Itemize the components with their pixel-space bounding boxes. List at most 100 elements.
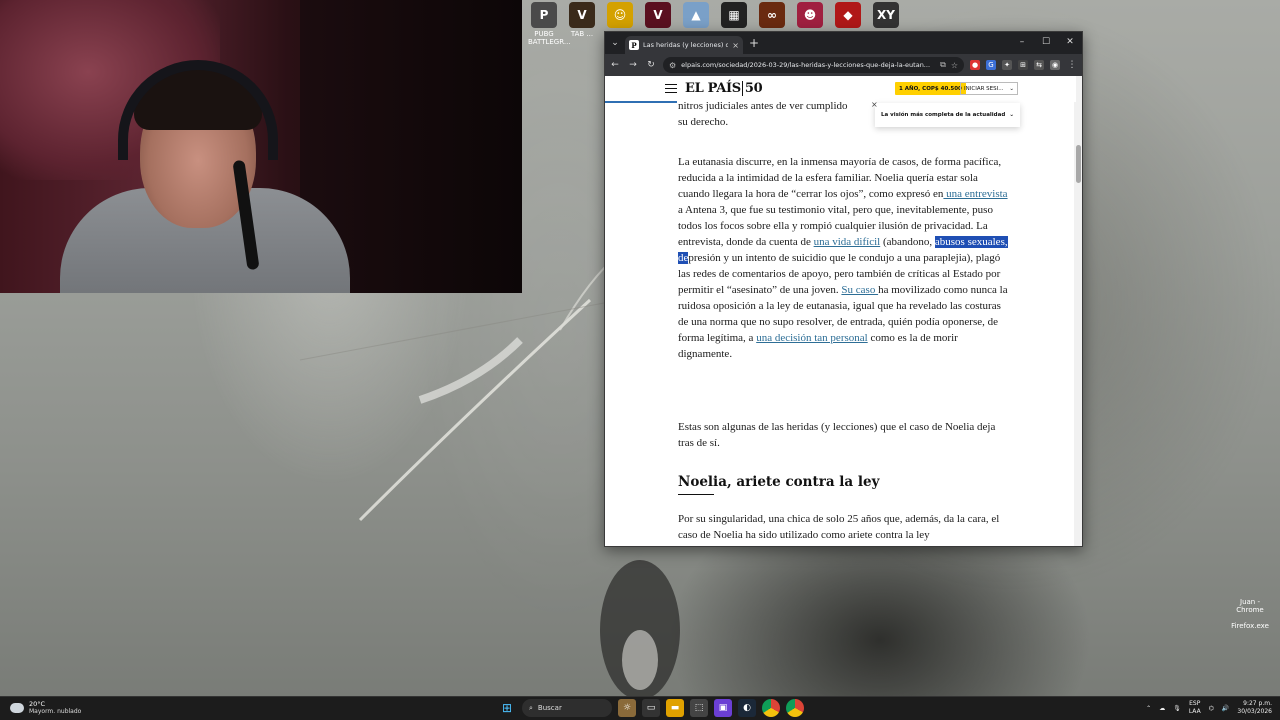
link-vida-dificil[interactable]: una vida difícil bbox=[814, 236, 881, 248]
onedrive-icon[interactable]: ☁ bbox=[1159, 705, 1165, 712]
desktop-icon-label: Firefox.exe bbox=[1231, 622, 1269, 630]
extension-puzzle-icon[interactable]: ✦ bbox=[1002, 60, 1012, 70]
mask-icon: ☺ bbox=[607, 2, 633, 28]
language-indicator[interactable]: ESP LAA bbox=[1189, 700, 1201, 716]
weather-condition: Mayorm. nublado bbox=[29, 708, 82, 715]
menu-kebab-icon[interactable]: ⋮ bbox=[1066, 60, 1078, 70]
clock-date: 30/03/2026 bbox=[1237, 708, 1272, 715]
chrome-taskbar-icon[interactable] bbox=[762, 699, 780, 717]
language-bottom: LAA bbox=[1188, 708, 1201, 715]
minimize-button[interactable]: – bbox=[1010, 32, 1034, 52]
address-bar[interactable]: ⚙ elpais.com/sociedad/2026-03-29/las-her… bbox=[663, 57, 964, 73]
extension-translate-icon[interactable]: G bbox=[986, 60, 996, 70]
windows-start-icon[interactable]: ⊞ bbox=[498, 699, 516, 717]
task-view-icon[interactable]: ▭ bbox=[642, 699, 660, 717]
site-logo[interactable]: EL PAÍS 50 bbox=[685, 81, 763, 96]
logo-anniversary: 50 bbox=[741, 81, 763, 96]
reading-progress-bar bbox=[605, 101, 677, 103]
header-tooltip[interactable]: La visión más completa de la actualidad ⌄ bbox=[875, 103, 1020, 127]
site-header: EL PAÍS 50 1 AÑO, COP$ 40.500 INICIAR SES… bbox=[605, 76, 1076, 103]
link-decision-personal[interactable]: una decisión tan personal bbox=[756, 332, 868, 344]
tab-close-icon[interactable]: × bbox=[732, 41, 739, 50]
tab-title: Las heridas (y lecciones) que de bbox=[643, 41, 728, 49]
store-icon[interactable]: ⬚ bbox=[690, 699, 708, 717]
back-icon[interactable]: ← bbox=[609, 60, 621, 70]
taskbar-apps: ⊞ ⌕ Buscar ☼ ▭ ▬ ⬚ ▣ ◐ bbox=[498, 699, 804, 717]
cloud-icon bbox=[10, 702, 24, 713]
reload-icon[interactable]: ↻ bbox=[645, 60, 657, 70]
language-top: ESP bbox=[1189, 700, 1201, 707]
desktop-icon[interactable]: P PUBG BATTLEGR... bbox=[528, 2, 571, 46]
chevron-down-icon: ⌄ bbox=[1009, 85, 1014, 92]
tooltip-text: La visión más completa de la actualidad bbox=[881, 112, 1006, 118]
clock[interactable]: 9:27 p.m. 30/03/2026 bbox=[1237, 700, 1272, 716]
paragraph-text: (abandono, bbox=[880, 236, 935, 248]
desktop-icon-firefox[interactable]: Firefox.exe bbox=[1228, 622, 1272, 630]
hero-icon: ◆ bbox=[835, 2, 861, 28]
desktop-icon[interactable]: V TAB ... bbox=[566, 2, 598, 46]
clock-time: 9:27 p.m. bbox=[1243, 700, 1272, 707]
file-explorer-icon[interactable]: ▬ bbox=[666, 699, 684, 717]
steam-icon[interactable]: ◐ bbox=[738, 699, 756, 717]
section-heading: Noelia, ariete contra la ley bbox=[678, 474, 880, 490]
elpais-favicon-icon: P bbox=[629, 40, 639, 50]
new-tab-button[interactable]: + bbox=[749, 36, 759, 50]
character-icon: ☻ bbox=[797, 2, 823, 28]
temperature: 20°C bbox=[29, 700, 46, 708]
news-widget-icon[interactable]: ☼ bbox=[618, 699, 636, 717]
url-text: elpais.com/sociedad/2026-03-29/las-herid… bbox=[681, 61, 931, 69]
login-label: INICIAR SESI... bbox=[964, 85, 1004, 92]
tab-article[interactable]: P Las heridas (y lecciones) que de × bbox=[625, 36, 743, 54]
search-placeholder: Buscar bbox=[537, 704, 562, 712]
scrollbar-thumb[interactable] bbox=[1076, 145, 1081, 183]
extensions-menu-icon[interactable]: ⊞ bbox=[1018, 60, 1028, 70]
heading-rule bbox=[678, 494, 714, 495]
desktop-icon-label: Juan - Chrome bbox=[1236, 598, 1264, 614]
install-icon[interactable]: ⧉ bbox=[940, 60, 946, 70]
webcam-overlay bbox=[0, 0, 522, 293]
volume-icon[interactable]: 🔊 bbox=[1222, 705, 1229, 712]
desktop-icon-label: TAB ... bbox=[570, 30, 594, 38]
system-tray: ⌃ ☁ 🎙 ESP LAA ⌬ 🔊 9:27 p.m. 30/03/2026 bbox=[1146, 700, 1272, 716]
close-window-button[interactable]: ✕ bbox=[1058, 32, 1082, 52]
taskbar-search[interactable]: ⌕ Buscar bbox=[522, 699, 612, 717]
toolbar: ← → ↻ ⚙ elpais.com/sociedad/2026-03-29/l… bbox=[605, 54, 1082, 76]
pin-icon[interactable]: ⇆ bbox=[1034, 60, 1044, 70]
maximize-button[interactable]: ☐ bbox=[1034, 32, 1058, 52]
logo-text: EL PAÍS bbox=[685, 81, 741, 96]
app-purple-icon[interactable]: ▣ bbox=[714, 699, 732, 717]
xy-icon: XY bbox=[873, 2, 899, 28]
forward-icon[interactable]: → bbox=[627, 60, 639, 70]
page-content: EL PAÍS 50 1 AÑO, COP$ 40.500 INICIAR SES… bbox=[605, 76, 1076, 546]
grid-icon: ▦ bbox=[721, 2, 747, 28]
paragraph-3: Por su singularidad, una chica de solo 2… bbox=[678, 513, 1000, 541]
extension-red-icon[interactable]: ● bbox=[970, 60, 980, 70]
hamburger-menu-icon[interactable] bbox=[665, 84, 677, 93]
login-button[interactable]: INICIAR SESI... ⌄ bbox=[960, 82, 1018, 95]
link-su-caso[interactable]: Su caso bbox=[841, 284, 878, 296]
site-info-icon[interactable]: ⚙ bbox=[669, 61, 676, 70]
subscribe-promo-button[interactable]: 1 AÑO, COP$ 40.500 bbox=[895, 82, 966, 95]
network-icon[interactable]: ⌬ bbox=[1209, 705, 1214, 712]
chevron-down-icon: ⌄ bbox=[1009, 112, 1014, 118]
search-icon: ⌕ bbox=[529, 703, 533, 712]
v-icon: V bbox=[569, 2, 595, 28]
chrome-profile-taskbar-icon[interactable] bbox=[786, 699, 804, 717]
desktop-side-icons: Juan - Chrome Firefox.exe bbox=[1228, 598, 1272, 630]
tooltip-close-icon[interactable]: × bbox=[871, 100, 878, 109]
profile-icon[interactable]: ◉ bbox=[1050, 60, 1060, 70]
desktop-icon-label: PUBG BATTLEGR... bbox=[528, 30, 571, 46]
weather-widget[interactable]: 20°C Mayorm. nublado bbox=[10, 700, 81, 715]
mountain-icon: ▲ bbox=[683, 2, 709, 28]
bookmark-star-icon[interactable]: ☆ bbox=[951, 61, 958, 70]
tab-search-button[interactable]: ⌄ bbox=[605, 32, 625, 54]
link-entrevista[interactable]: una entrevista bbox=[943, 188, 1007, 200]
paragraph-2: Estas son algunas de las heridas (y lecc… bbox=[678, 421, 996, 449]
browser-window: ⌄ P Las heridas (y lecciones) que de × +… bbox=[604, 31, 1083, 547]
taskbar: 20°C Mayorm. nublado ⊞ ⌕ Buscar ☼ ▭ ▬ ⬚ … bbox=[0, 696, 1280, 720]
paragraph-text: su derecho. bbox=[678, 116, 729, 128]
tray-overflow-icon[interactable]: ⌃ bbox=[1146, 705, 1151, 712]
desktop-icon-chrome[interactable]: Juan - Chrome bbox=[1228, 598, 1272, 614]
paragraph-1: La eutanasia discurre, en la inmensa may… bbox=[678, 154, 1008, 362]
microphone-icon[interactable]: 🎙 bbox=[1173, 705, 1181, 712]
